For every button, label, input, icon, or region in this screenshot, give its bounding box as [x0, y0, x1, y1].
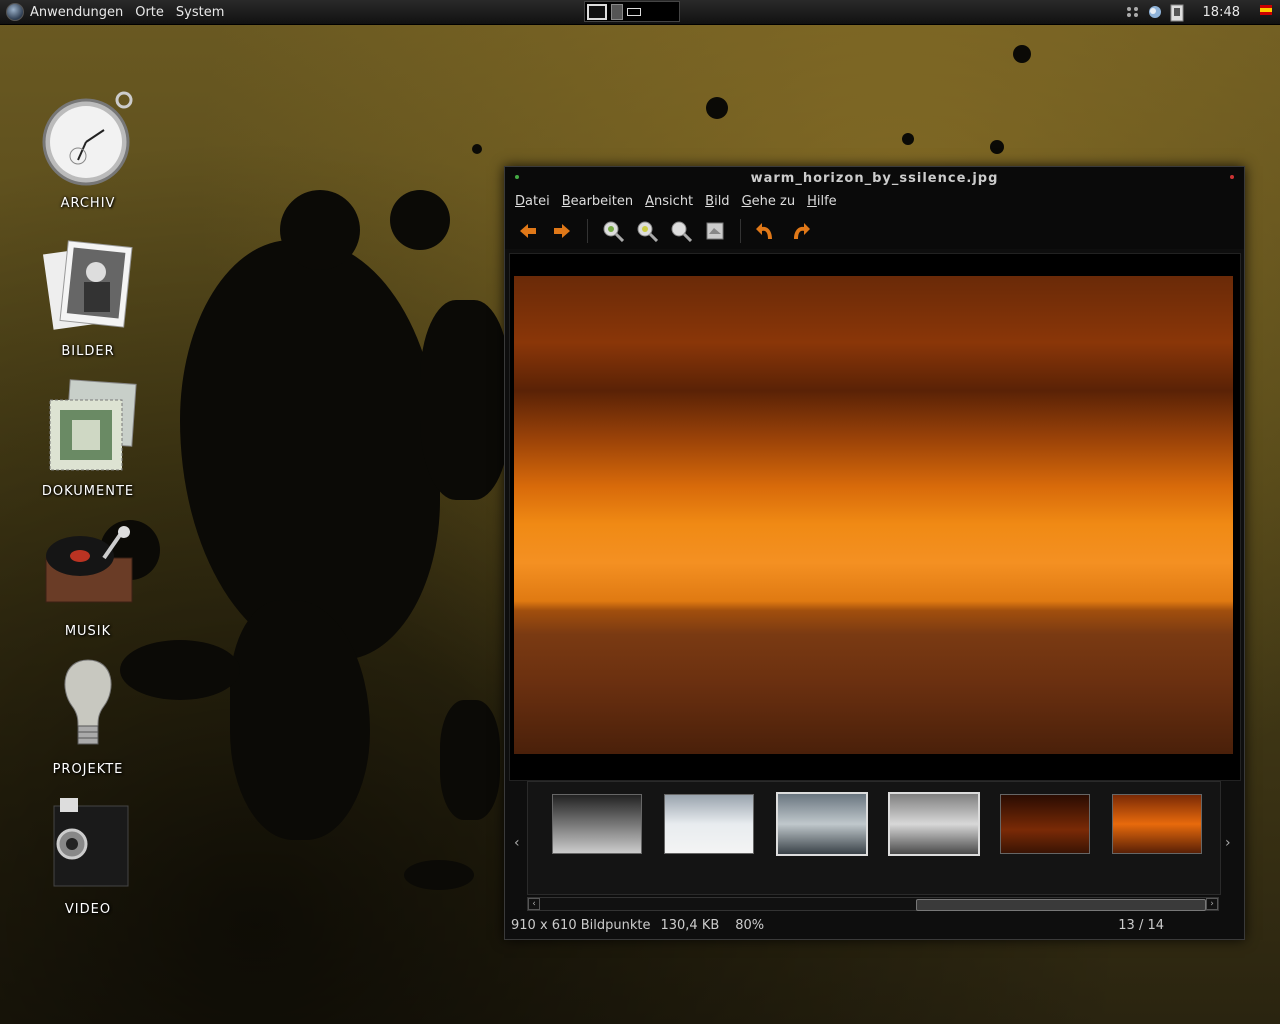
zoom-normal-icon[interactable] [668, 218, 694, 244]
stamps-icon [33, 378, 143, 478]
menu-system[interactable]: System [176, 5, 224, 20]
image-viewer-window: warm_horizon_by_ssilence.jpg Datei Bearb… [504, 166, 1245, 940]
desktop-icon-bilder[interactable]: BILDER [33, 238, 143, 359]
close-button[interactable] [1230, 175, 1234, 179]
toolbar-separator [587, 219, 588, 243]
workspace-3[interactable] [627, 7, 641, 16]
workspace-2[interactable] [611, 3, 623, 20]
statusbar: 910 x 610 Bildpunkte 130,4 KB 80% 13 / 1… [511, 915, 1236, 935]
desktop-icon-label: VIDEO [64, 902, 112, 917]
thumbnail-selected[interactable] [776, 792, 868, 856]
desktop-icon-label: BILDER [61, 344, 115, 359]
menu-orte[interactable]: Orte [135, 5, 164, 20]
pocket-watch-icon [33, 90, 143, 190]
menu-ansicht[interactable]: Ansicht [645, 194, 693, 209]
thumbnail-selected[interactable] [888, 792, 980, 856]
desktop-icon-label: MUSIK [64, 624, 112, 639]
desktop-icon-label: ARCHIV [60, 196, 116, 211]
desktop-icon-dokumente[interactable]: DOKUMENTE [33, 378, 143, 499]
clipboard-icon[interactable] [1169, 4, 1185, 22]
menu-bearbeiten[interactable]: Bearbeiten [562, 194, 633, 209]
weather-icon[interactable] [1147, 4, 1163, 20]
status-zoom: 80% [735, 917, 765, 933]
lightbulb-icon [33, 656, 143, 756]
forward-arrow-icon[interactable] [549, 218, 575, 244]
menu-datei[interactable]: Datei [515, 194, 550, 209]
image-display-area[interactable] [509, 253, 1241, 781]
menu-hilfe[interactable]: Hilfe [807, 194, 837, 209]
scroll-left-button[interactable]: ‹ [528, 898, 540, 910]
desktop-icon-label: DOKUMENTE [41, 484, 135, 499]
distro-logo-icon[interactable] [6, 3, 24, 21]
status-position: 13 / 14 [1118, 917, 1164, 933]
status-dimensions: 910 x 610 Bildpunkte [511, 917, 651, 933]
thumbnail[interactable] [552, 794, 642, 854]
menubar: Datei Bearbeiten Ansicht Bild Gehe zu Hi… [505, 189, 1244, 213]
desktop-icon-label: PROJEKTE [52, 762, 124, 777]
thumbnail-scrollbar[interactable]: ‹ › [527, 897, 1219, 911]
network-icon[interactable] [1125, 4, 1141, 20]
zoom-in-icon[interactable] [600, 218, 626, 244]
workspace-1[interactable] [587, 3, 607, 20]
clock[interactable]: 18:48 [1203, 5, 1240, 20]
flag-icon[interactable] [1260, 4, 1276, 20]
window-title: warm_horizon_by_ssilence.jpg [750, 170, 999, 186]
displayed-photo [514, 276, 1233, 754]
toolbar [505, 213, 1244, 249]
desktop-icon-archiv[interactable]: ARCHIV [33, 90, 143, 211]
menu-anwendungen[interactable]: Anwendungen [30, 5, 123, 20]
thumbnail[interactable] [1000, 794, 1090, 854]
thumbstrip-scroll-right-icon[interactable]: › [1225, 835, 1231, 851]
zoom-out-icon[interactable] [634, 218, 660, 244]
thumbstrip-scroll-left-icon[interactable]: ‹ [514, 835, 520, 851]
scroll-right-button[interactable]: › [1206, 898, 1218, 910]
rotate-right-icon[interactable] [787, 218, 813, 244]
menu-gehe-zu[interactable]: Gehe zu [742, 194, 796, 209]
workspace-switcher[interactable] [584, 1, 680, 22]
scrollbar-thumb[interactable] [916, 899, 1206, 911]
window-titlebar[interactable]: warm_horizon_by_ssilence.jpg [505, 167, 1244, 189]
rotate-left-icon[interactable] [753, 218, 779, 244]
desktop-icon-video[interactable]: VIDEO [33, 796, 143, 917]
system-tray: 18:48 [1125, 0, 1280, 24]
zoom-fit-icon[interactable] [702, 218, 728, 244]
thumbnail-strip [527, 781, 1221, 895]
desktop-icon-musik[interactable]: MUSIK [33, 518, 143, 639]
top-panel: Anwendungen Orte System 18:48 [0, 0, 1280, 25]
gramophone-icon [33, 518, 143, 618]
back-arrow-icon[interactable] [515, 218, 541, 244]
thumbnail[interactable] [664, 794, 754, 854]
status-filesize: 130,4 KB [660, 917, 720, 933]
toolbar-separator [740, 219, 741, 243]
menu-bild[interactable]: Bild [705, 194, 729, 209]
window-menu-button[interactable] [515, 175, 519, 179]
desktop-icon-projekte[interactable]: PROJEKTE [33, 656, 143, 777]
photos-icon [33, 238, 143, 338]
camera-icon [33, 796, 143, 896]
thumbnail[interactable] [1112, 794, 1202, 854]
